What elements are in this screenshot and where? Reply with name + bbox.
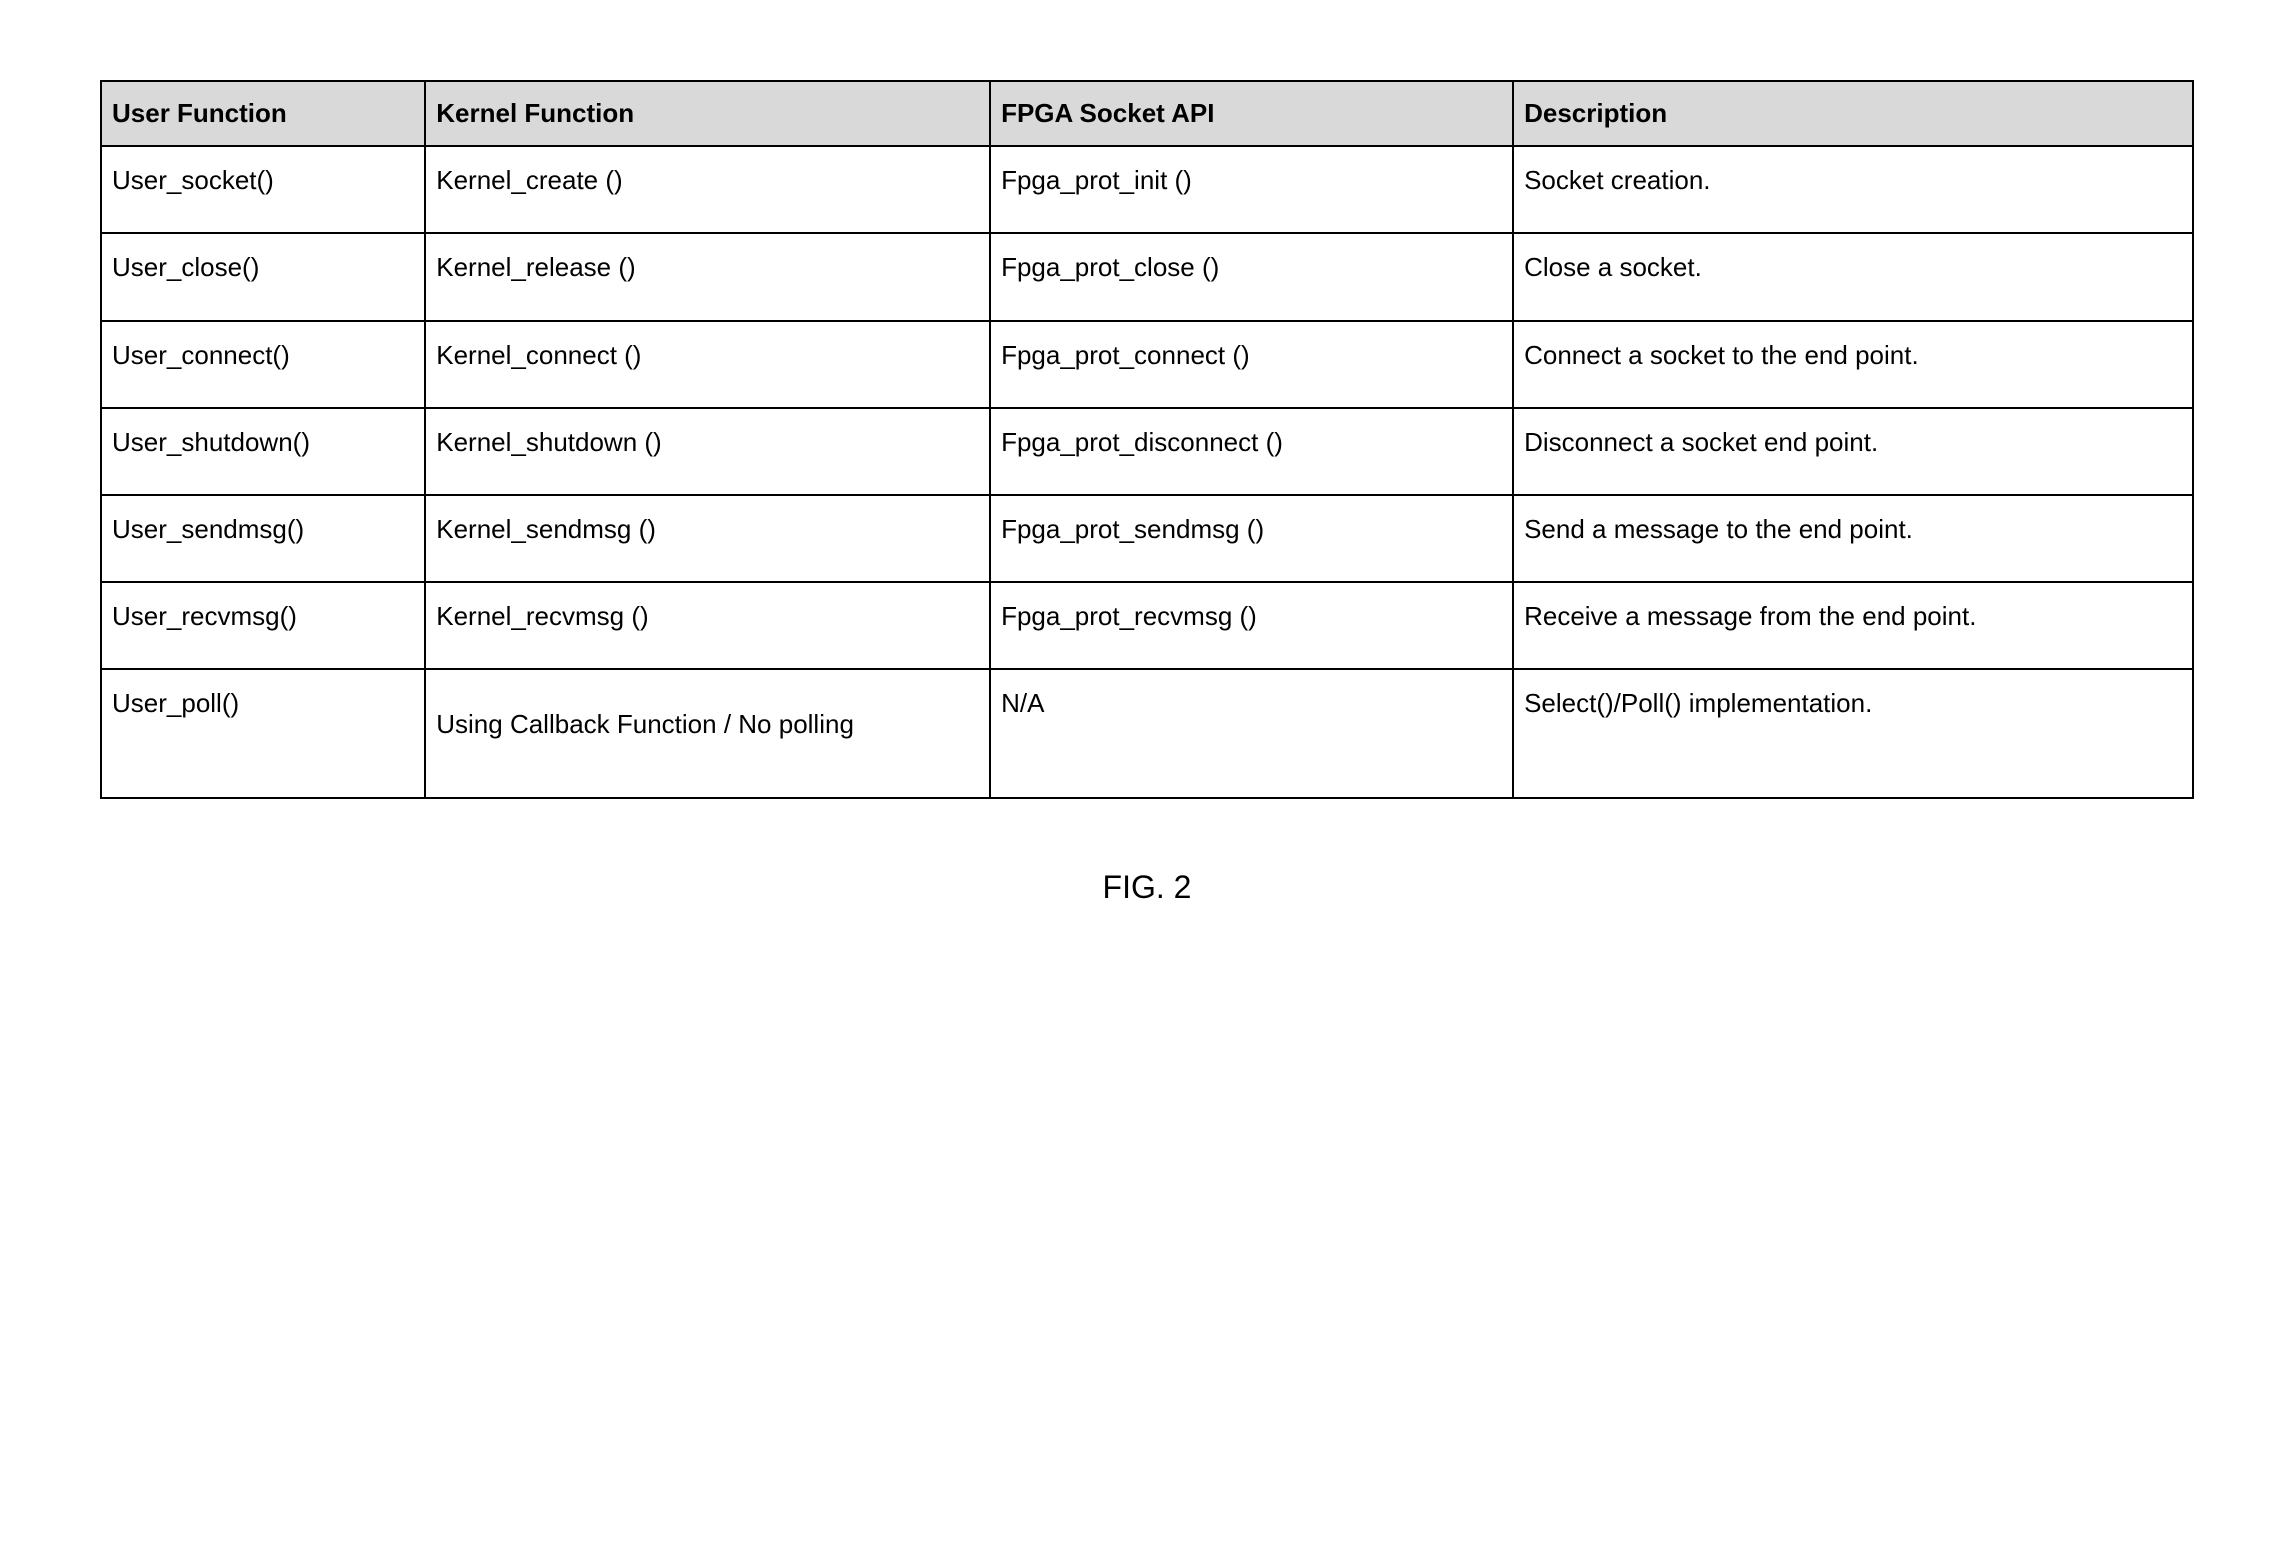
cell-user-function: User_shutdown() [101, 408, 425, 495]
cell-fpga-socket-api: Fpga_prot_init () [990, 146, 1513, 233]
header-fpga-socket-api: FPGA Socket API [990, 81, 1513, 146]
table-row: User_close() Kernel_release () Fpga_prot… [101, 233, 2193, 320]
cell-description: Connect a socket to the end point. [1513, 321, 2193, 408]
cell-kernel-function: Kernel_shutdown () [425, 408, 990, 495]
table-row: User_recvmsg() Kernel_recvmsg () Fpga_pr… [101, 582, 2193, 669]
cell-kernel-function: Kernel_recvmsg () [425, 582, 990, 669]
cell-description: Receive a message from the end point. [1513, 582, 2193, 669]
cell-user-function: User_close() [101, 233, 425, 320]
cell-fpga-socket-api: N/A [990, 669, 1513, 798]
cell-fpga-socket-api: Fpga_prot_connect () [990, 321, 1513, 408]
header-kernel-function: Kernel Function [425, 81, 990, 146]
table-row: User_sendmsg() Kernel_sendmsg () Fpga_pr… [101, 495, 2193, 582]
cell-fpga-socket-api: Fpga_prot_sendmsg () [990, 495, 1513, 582]
cell-kernel-function: Kernel_connect () [425, 321, 990, 408]
cell-fpga-socket-api: Fpga_prot_recvmsg () [990, 582, 1513, 669]
cell-description: Disconnect a socket end point. [1513, 408, 2193, 495]
figure-caption: FIG. 2 [100, 869, 2194, 906]
header-user-function: User Function [101, 81, 425, 146]
cell-kernel-function: Kernel_sendmsg () [425, 495, 990, 582]
cell-description: Select()/Poll() implementation. [1513, 669, 2193, 798]
table-header-row: User Function Kernel Function FPGA Socke… [101, 81, 2193, 146]
table-row: User_poll() Using Callback Function / No… [101, 669, 2193, 798]
table-row: User_socket() Kernel_create () Fpga_prot… [101, 146, 2193, 233]
cell-kernel-function: Kernel_create () [425, 146, 990, 233]
cell-fpga-socket-api: Fpga_prot_disconnect () [990, 408, 1513, 495]
cell-fpga-socket-api: Fpga_prot_close () [990, 233, 1513, 320]
cell-description: Socket creation. [1513, 146, 2193, 233]
cell-user-function: User_poll() [101, 669, 425, 798]
cell-user-function: User_recvmsg() [101, 582, 425, 669]
cell-description: Close a socket. [1513, 233, 2193, 320]
cell-description: Send a message to the end point. [1513, 495, 2193, 582]
table-row: User_connect() Kernel_connect () Fpga_pr… [101, 321, 2193, 408]
function-mapping-table: User Function Kernel Function FPGA Socke… [100, 80, 2194, 799]
function-mapping-table-container: User Function Kernel Function FPGA Socke… [100, 80, 2194, 799]
cell-kernel-function: Using Callback Function / No polling [425, 669, 990, 798]
cell-user-function: User_socket() [101, 146, 425, 233]
cell-user-function: User_connect() [101, 321, 425, 408]
cell-kernel-function: Kernel_release () [425, 233, 990, 320]
cell-user-function: User_sendmsg() [101, 495, 425, 582]
header-description: Description [1513, 81, 2193, 146]
table-row: User_shutdown() Kernel_shutdown () Fpga_… [101, 408, 2193, 495]
